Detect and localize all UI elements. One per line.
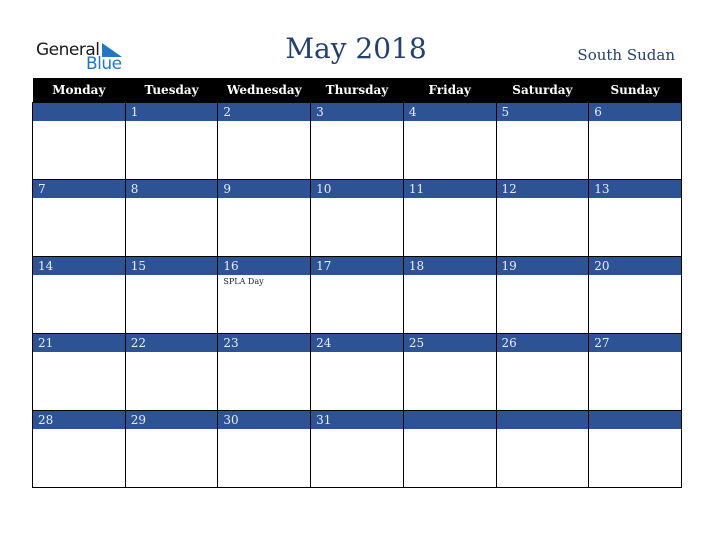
day-number: 23 [218,334,311,352]
week-row: 123456 [32,102,682,180]
day-number: 26 [496,334,589,352]
weekday-header-row: Monday Tuesday Wednesday Thursday Friday Satu… [32,78,682,103]
holiday-label: SPLA Day [223,277,264,286]
day-cell[interactable]: 4 [402,102,497,180]
day-cell[interactable]: 9 [217,179,312,257]
day-cell[interactable] [402,410,497,488]
week-row: 14 15 16 SPLA Day 17 18 19 20 [32,256,682,334]
day-cell[interactable]: 26 [495,333,590,411]
day-number: 30 [218,411,311,429]
day-number: 3 [311,103,403,121]
day-number: 17 [311,257,403,275]
weekday-header: Thursday [310,78,404,103]
day-number: 20 [589,257,681,275]
day-cell[interactable]: 17 [310,256,404,334]
day-cell[interactable]: 21 [32,333,126,411]
day-number: 7 [33,180,125,198]
day-number: 27 [589,334,681,352]
day-number: 10 [311,180,403,198]
day-number: 9 [218,180,311,198]
day-cell[interactable]: 24 [310,333,404,411]
day-number: 4 [403,103,496,121]
day-cell[interactable]: 22 [124,333,219,411]
day-number: 22 [125,334,218,352]
day-cell[interactable]: 20 [588,256,682,334]
day-cell[interactable]: 7 [32,179,126,257]
day-cell[interactable]: 31 [310,410,404,488]
day-number: 25 [403,334,496,352]
day-cell[interactable]: 29 [124,410,219,488]
day-cell[interactable]: 16 SPLA Day [217,256,312,334]
day-number: 2 [218,103,311,121]
weekday-header: Wednesday [217,78,311,103]
day-number: 15 [125,257,218,275]
weekday-header: Saturday [496,78,589,103]
day-cell[interactable]: 10 [310,179,404,257]
day-cell[interactable]: 12 [495,179,590,257]
day-cell[interactable]: 8 [124,179,219,257]
day-number [33,103,125,121]
day-cell[interactable]: 28 [32,410,126,488]
day-cell[interactable]: 2 [217,102,312,180]
day-number: 29 [125,411,218,429]
day-cell[interactable] [32,102,126,180]
day-cell[interactable]: 23 [217,333,312,411]
day-cell[interactable]: 25 [402,333,497,411]
country-label: South Sudan [577,46,675,64]
day-cell[interactable]: 27 [588,333,682,411]
day-number: 6 [589,103,681,121]
day-number: 1 [125,103,218,121]
weekday-header: Monday [32,78,126,103]
day-cell[interactable]: 1 [124,102,219,180]
calendar-grid: Monday Tuesday Wednesday Thursday Friday Satu… [32,78,682,488]
day-cell[interactable] [588,410,682,488]
weekday-header: Tuesday [125,78,218,103]
day-cell[interactable]: 15 [124,256,219,334]
week-row: 21 22 23 24 25 26 27 [32,333,682,411]
weekday-header: Friday [403,78,497,103]
day-cell[interactable]: 5 [495,102,590,180]
day-cell[interactable]: 13 [588,179,682,257]
day-number: 11 [403,180,496,198]
day-number: 21 [33,334,125,352]
day-cell[interactable]: 30 [217,410,312,488]
day-cell[interactable]: 3 [310,102,404,180]
day-number: 16 [218,257,311,275]
day-cell[interactable]: 18 [402,256,497,334]
day-number: 12 [496,180,589,198]
day-number: 28 [33,411,125,429]
week-row: 7 8 9 10 11 12 13 [32,179,682,257]
day-number: 24 [311,334,403,352]
day-number [403,411,496,429]
day-number: 31 [311,411,403,429]
day-cell[interactable]: 14 [32,256,126,334]
day-number: 14 [33,257,125,275]
day-number [589,411,681,429]
day-number: 13 [589,180,681,198]
week-row: 28 29 30 31 [32,410,682,488]
weekday-header: Sunday [588,78,682,103]
day-number: 8 [125,180,218,198]
day-cell[interactable]: 19 [495,256,590,334]
day-cell[interactable]: 6 [588,102,682,180]
day-number: 19 [496,257,589,275]
day-number: 18 [403,257,496,275]
day-cell[interactable] [495,410,590,488]
day-cell[interactable]: 11 [402,179,497,257]
day-number: 5 [496,103,589,121]
day-number [496,411,589,429]
